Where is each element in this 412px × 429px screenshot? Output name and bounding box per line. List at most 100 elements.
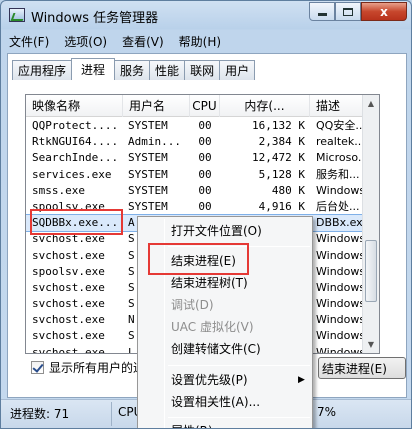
column-image-name-label: 映像名称 — [32, 99, 81, 113]
process-description: Windows... — [316, 313, 368, 327]
menu-end-process-tree[interactable]: 结束进程树(T) — [171, 272, 248, 294]
process-memory: 12,472 K — [252, 151, 305, 165]
maximize-icon — [343, 7, 353, 16]
process-description: Windows... — [316, 232, 368, 246]
process-name: RtkNGUI64.... — [32, 135, 119, 149]
menu-properties[interactable]: 属性(R) — [171, 420, 213, 428]
tab-services[interactable]: 服务 — [114, 60, 151, 80]
process-memory: 2,384 K — [258, 135, 305, 149]
process-memory: 480 K — [271, 183, 305, 197]
process-row[interactable]: RtkNGUI64.... Admin... 00 2,384 K realtek... — [26, 134, 379, 150]
process-name: services.exe — [32, 167, 112, 181]
process-name: svchost.exe — [32, 248, 105, 262]
status-memory-usage: 7% — [317, 405, 337, 419]
process-user: SYSTEM — [128, 183, 168, 197]
process-list-header: 映像名称 ▲ 用户名 CPU 内存(... 描述 — [26, 95, 379, 117]
menu-help[interactable]: 帮助(H) — [171, 33, 228, 50]
tab-users[interactable]: 用户 — [219, 60, 256, 80]
menu-set-priority[interactable]: 设置优先级(P) — [171, 369, 248, 391]
tab-processes[interactable]: 进程 — [71, 58, 116, 80]
menu-view[interactable]: 查看(V) — [114, 33, 171, 50]
process-row[interactable]: services.exe SYSTEM 00 5,128 K 服务和... — [26, 167, 379, 183]
minimize-button[interactable] — [309, 2, 335, 21]
menu-file[interactable]: 文件(F) — [1, 33, 56, 50]
column-description[interactable]: 描述 — [310, 95, 364, 117]
process-user: SYSTEM — [128, 167, 168, 181]
show-all-users-option[interactable]: 显示所有用户的进 — [31, 359, 145, 375]
scroll-up-icon[interactable]: ▲ — [363, 95, 379, 112]
process-description: 后台处... — [316, 199, 360, 213]
process-description: Windows... — [316, 248, 368, 262]
end-process-button-label: 结束进程(E) — [322, 361, 387, 376]
process-cpu: 00 — [198, 199, 212, 213]
menu-open-file-location[interactable]: 打开文件位置(O) — [171, 220, 262, 242]
process-memory: 16,132 K — [252, 119, 305, 132]
process-name: QQProtect.... — [32, 119, 119, 132]
process-description: QQ安全... — [316, 119, 366, 132]
title-bar[interactable]: Windows 任务管理器 x — [1, 1, 411, 29]
process-cpu: 00 — [198, 167, 212, 181]
column-user-name[interactable]: 用户名 — [123, 95, 190, 117]
tab-applications[interactable]: 应用程序 — [12, 60, 73, 80]
menu-bar: 文件(F) 选项(O) 查看(V) 帮助(H) — [1, 30, 411, 52]
maximize-button[interactable] — [335, 2, 361, 21]
process-cpu: 00 — [198, 183, 212, 197]
menu-create-dump-file[interactable]: 创建转储文件(C) — [171, 338, 261, 360]
process-cpu: 00 — [198, 151, 212, 165]
process-description: Windows... — [316, 183, 368, 197]
context-menu-separator — [168, 365, 310, 366]
process-description: DBBx.exe — [316, 216, 368, 230]
process-description: 服务和... — [316, 167, 360, 181]
process-row[interactable]: QQProtect.... SYSTEM 00 16,132 K QQ安全... — [26, 118, 379, 134]
status-process-count: 进程数: 71 — [10, 407, 70, 421]
process-name: SearchInde... — [32, 151, 119, 165]
status-divider — [111, 402, 112, 426]
show-all-users-label: 显示所有用户的进 — [49, 360, 146, 375]
process-user: SYSTEM — [128, 151, 168, 165]
process-name: svchost.exe — [32, 345, 105, 354]
process-memory: 5,128 K — [258, 167, 305, 181]
task-manager-icon — [9, 8, 25, 22]
process-name: smss.exe — [32, 183, 85, 197]
process-description: Windows... — [316, 264, 368, 278]
process-description: Windows... — [316, 280, 368, 294]
process-name: svchost.exe — [32, 297, 105, 311]
process-cpu: 00 — [198, 119, 212, 132]
column-cpu[interactable]: CPU — [190, 95, 220, 117]
show-all-users-checkbox[interactable] — [31, 360, 44, 374]
process-description: Windows... — [316, 345, 368, 354]
menu-debug: 调试(D) — [171, 298, 214, 312]
tab-performance[interactable]: 性能 — [149, 60, 186, 80]
context-menu-separator — [168, 417, 310, 418]
end-process-button[interactable]: 结束进程(E) — [318, 357, 406, 379]
tab-networking[interactable]: 联网 — [184, 60, 221, 80]
process-name: svchost.exe — [32, 280, 105, 294]
scroll-down-icon[interactable]: ▼ — [363, 336, 379, 353]
column-image-name[interactable]: 映像名称 ▲ — [26, 95, 123, 117]
window-title: Windows 任务管理器 — [31, 11, 159, 26]
process-user: SYSTEM — [128, 119, 168, 132]
process-name: svchost.exe — [32, 329, 105, 343]
process-user: Admin... — [128, 135, 181, 149]
tab-strip: 应用程序 进程 服务 性能 联网 用户 — [12, 58, 256, 80]
column-memory[interactable]: 内存(... — [220, 95, 310, 117]
process-row[interactable]: smss.exe SYSTEM 00 480 K Windows... — [26, 183, 379, 199]
menu-uac-virtualization: UAC 虚拟化(V) — [171, 320, 254, 334]
process-cpu: 00 — [198, 135, 212, 149]
close-icon: x — [380, 4, 388, 19]
menu-set-affinity[interactable]: 设置相关性(A)... — [171, 391, 260, 413]
submenu-arrow-icon: ▶ — [298, 375, 305, 385]
minimize-icon — [317, 13, 327, 16]
process-row[interactable]: SearchInde... SYSTEM 00 12,472 K Microso... — [26, 150, 379, 166]
process-user: SYSTEM — [128, 199, 168, 213]
process-name: spoolsv.exe — [32, 264, 105, 278]
vertical-scrollbar[interactable]: ▲ ▼ — [362, 95, 379, 353]
process-memory: 4,916 K — [258, 199, 305, 213]
annotation-box-end-process — [148, 243, 249, 275]
menu-options[interactable]: 选项(O) — [56, 33, 114, 50]
task-manager-window: Windows 任务管理器 x 文件(F) 选项(O) 查看(V) 帮助(H) … — [0, 0, 412, 429]
process-description: realtek... — [316, 135, 365, 149]
process-description: Windows... — [316, 297, 368, 311]
scrollbar-thumb[interactable] — [365, 240, 377, 302]
close-button[interactable]: x — [361, 2, 407, 21]
